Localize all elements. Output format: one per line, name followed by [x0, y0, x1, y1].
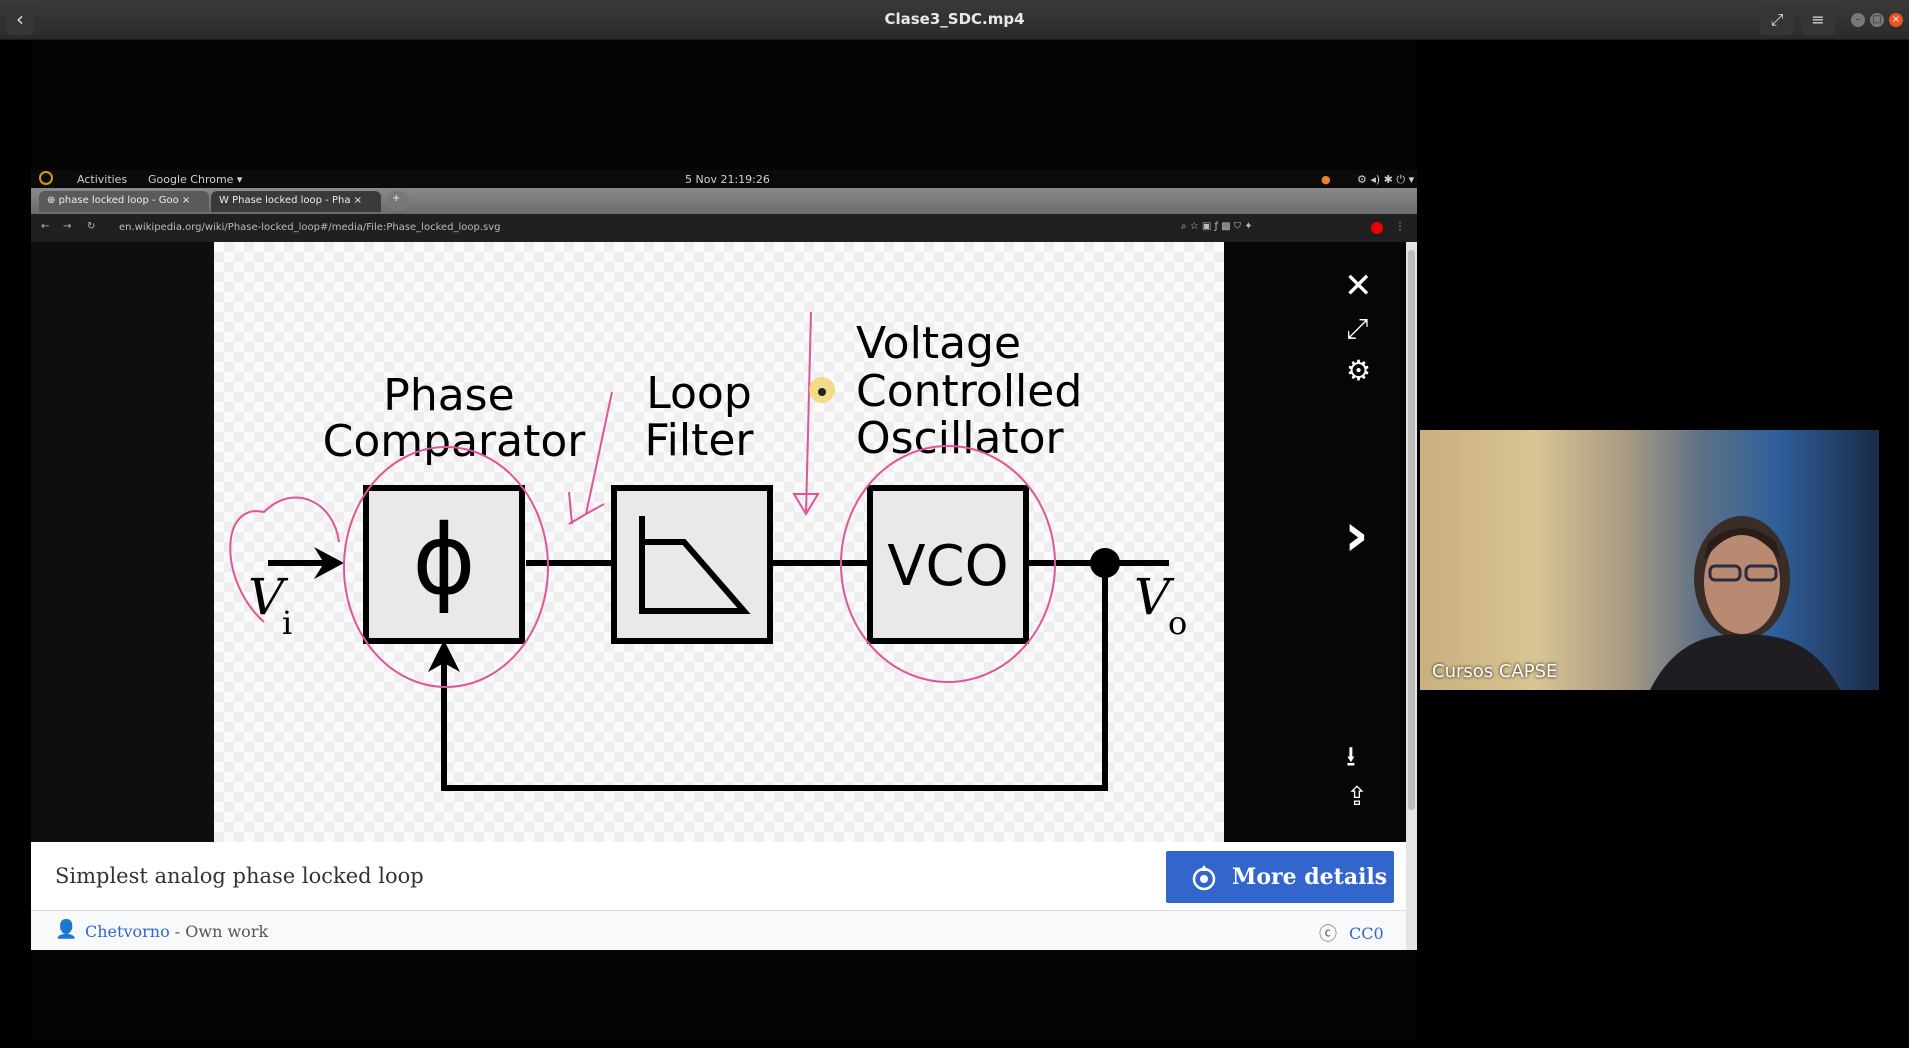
browser-tab-strip: ⊕ phase locked loop - Goo × W Phase lock… — [31, 188, 1417, 214]
tray-icon: ● — [1321, 173, 1331, 186]
nav-back-icon[interactable]: ← — [41, 221, 49, 232]
webcam-feed: Cursos CAPSE — [1420, 430, 1879, 690]
close-icon: × — [1891, 14, 1901, 25]
desktop-clock[interactable]: 5 Nov 21:19:26 — [685, 173, 770, 186]
pll-diagram: ϕ VCO Phase Comparator Loop Filter Volta… — [214, 242, 1224, 842]
video-title: Clase3_SDC.mp4 — [884, 10, 1025, 28]
browser-tab[interactable]: ⊕ phase locked loop - Goo × — [39, 191, 209, 212]
close-tab-icon[interactable]: × — [350, 195, 362, 206]
viewer-controls: ✕ ⤢ ⚙ › ⭳ ⇪ — [1224, 242, 1406, 842]
mouse-pointer-icon — [818, 388, 826, 396]
browser-menu-icon[interactable]: ⋮ — [1395, 221, 1405, 232]
google-favicon-icon: ⊕ — [47, 195, 59, 206]
vco-label-1: Voltage — [856, 318, 1021, 369]
ubuntu-logo-icon — [39, 171, 53, 185]
expand-icon: ⤢ — [1770, 10, 1784, 29]
download-icon: ⭳ — [1346, 740, 1356, 773]
browser-tab-active[interactable]: W Phase locked loop - Pha × — [211, 191, 381, 212]
license-link[interactable]: CC0 — [1349, 924, 1384, 943]
hamburger-icon: ≡ — [1811, 10, 1825, 29]
loop-filter-label-1: Loop — [646, 368, 752, 419]
settings-button[interactable]: ⚙ — [1346, 354, 1371, 387]
close-icon: ✕ — [1344, 266, 1373, 306]
vco-input-arrow-annotation — [792, 311, 820, 516]
browser-toolbar: ← → ↻ en.wikipedia.org/wiki/Phase-locked… — [31, 214, 1417, 242]
download-button[interactable]: ⭳ — [1346, 736, 1356, 784]
share-icon: ⇪ — [1346, 782, 1368, 812]
cc-license-icon: ⓒ — [1319, 924, 1337, 945]
nav-forward-icon[interactable]: → — [63, 221, 71, 232]
new-tab-button[interactable]: + — [387, 191, 409, 211]
next-image-button[interactable]: › — [1344, 500, 1369, 570]
close-window-button[interactable]: × — [1889, 13, 1903, 27]
app-menu[interactable]: Google Chrome ▾ — [148, 173, 242, 186]
system-status-icons[interactable]: ⚙ ◂) ✱ ⏻ ▾ — [1357, 173, 1414, 187]
share-button[interactable]: ⇪ — [1346, 782, 1368, 812]
attribution-text: Chetvorno - Own work — [85, 922, 268, 941]
loop-filter-block — [611, 485, 773, 644]
phi-symbol: ϕ — [412, 504, 475, 616]
maximize-icon: □ — [1872, 14, 1882, 25]
maximize-button[interactable]: □ — [1870, 13, 1884, 27]
author-link[interactable]: Chetvorno — [85, 922, 170, 941]
image-caption-bar: Simplest analog phase locked loop More d… — [31, 842, 1406, 910]
user-icon: 👤 — [55, 919, 78, 940]
minimize-button[interactable]: – — [1851, 13, 1865, 27]
loop-filter-label-2: Filter — [645, 415, 755, 466]
reload-icon[interactable]: ↻ — [87, 221, 95, 232]
vco-label-3: Oscillator — [856, 413, 1065, 464]
phase-comparator-label-2: Comparator — [323, 416, 587, 467]
input-voltage-sub: i — [282, 604, 292, 642]
close-tab-icon[interactable]: × — [179, 195, 190, 206]
fullscreen-button[interactable]: ⤢ — [1760, 5, 1794, 35]
scrollbar-thumb[interactable] — [1408, 250, 1415, 810]
pll-block-diagram: ϕ VCO Phase Comparator Loop Filter Volta… — [229, 311, 1187, 791]
participant-name: Cursos CAPSE — [1432, 661, 1558, 682]
minimize-icon: – — [1855, 14, 1861, 25]
fullscreen-viewer-button[interactable]: ⤢ — [1346, 312, 1368, 346]
wikipedia-favicon-icon: W — [219, 195, 233, 206]
viewer-margin — [31, 242, 214, 842]
gear-icon: ⚙ — [1346, 354, 1372, 387]
desktop-top-bar: Activities Google Chrome ▾ 5 Nov 21:19:2… — [31, 170, 1417, 188]
menu-button[interactable]: ≡ — [1801, 5, 1835, 35]
record-icon — [1371, 222, 1383, 234]
more-details-button[interactable]: More details — [1166, 851, 1394, 903]
expand-icon: ⤢ — [1346, 312, 1369, 345]
vco-text: VCO — [887, 534, 1009, 599]
attribution-bar: 👤 Chetvorno - Own work ⓒ CC0 — [31, 910, 1406, 950]
chevron-right-icon: › — [1344, 500, 1369, 570]
address-bar[interactable]: en.wikipedia.org/wiki/Phase-locked_loop#… — [119, 222, 501, 233]
phase-comparator-label-1: Phase — [383, 370, 514, 421]
plus-icon: + — [392, 193, 401, 204]
close-viewer-button[interactable]: ✕ — [1344, 266, 1373, 306]
output-voltage-sub: o — [1168, 604, 1187, 642]
image-caption: Simplest analog phase locked loop — [55, 864, 424, 888]
presenter-silhouette — [1650, 516, 1840, 690]
page-scrollbar[interactable] — [1406, 242, 1417, 950]
player-title-bar: ‹ Clase3_SDC.mp4 ⤢ ≡ – □ × — [0, 0, 1909, 40]
extension-icons[interactable]: ⌕ ☆ ▣ ƒ ▩ ⛉ ✦ — [1181, 221, 1253, 232]
commons-logo-icon — [1192, 865, 1216, 891]
activities-button[interactable]: Activities — [77, 173, 127, 186]
attribution-suffix: - Own work — [169, 922, 269, 941]
vco-label-2: Controlled — [856, 366, 1082, 417]
